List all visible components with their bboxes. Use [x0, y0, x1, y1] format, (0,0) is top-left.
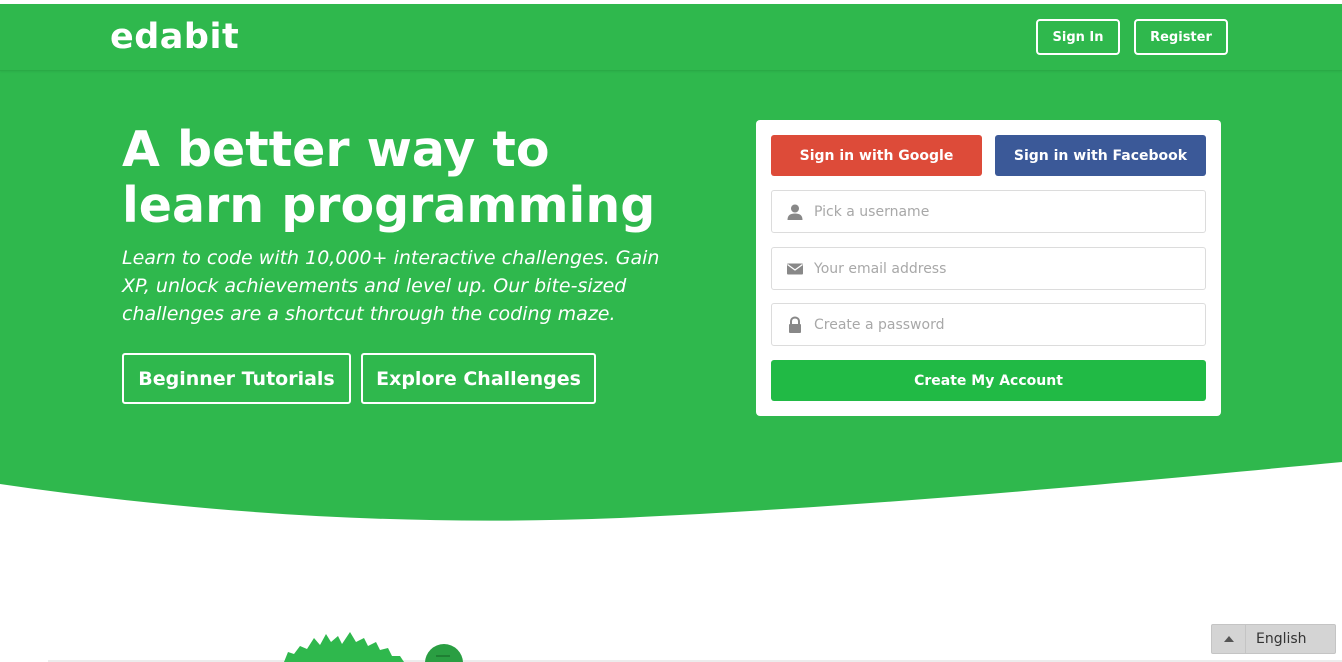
hero-headline: A better way to learn programming — [122, 122, 722, 234]
create-account-button[interactable]: Create My Account — [771, 360, 1206, 401]
top-navbar: edabit Sign In Register — [0, 4, 1342, 71]
username-field[interactable] — [771, 190, 1206, 233]
password-input[interactable] — [814, 304, 1199, 345]
language-selector[interactable]: English — [1211, 624, 1336, 654]
headline-line-2: learn programming — [122, 177, 656, 234]
explore-challenges-button[interactable]: Explore Challenges — [361, 353, 596, 404]
signup-card: Sign in with Google Sign in with Faceboo… — [756, 120, 1221, 416]
mascot-spiky-shape — [284, 632, 404, 662]
headline-line-1: A better way to — [122, 121, 550, 178]
email-input[interactable] — [814, 248, 1199, 289]
page: edabit Sign In Register A better way to l… — [0, 0, 1342, 662]
email-field[interactable] — [771, 247, 1206, 290]
facebook-sign-in-button[interactable]: Sign in with Facebook — [995, 135, 1206, 176]
edabit-logo[interactable]: edabit — [110, 17, 239, 57]
password-field[interactable] — [771, 303, 1206, 346]
caret-up-icon[interactable] — [1212, 625, 1246, 653]
google-sign-in-button[interactable]: Sign in with Google — [771, 135, 982, 176]
register-button[interactable]: Register — [1134, 19, 1228, 55]
mascot-green-dot — [425, 644, 463, 662]
username-input[interactable] — [814, 191, 1199, 232]
beginner-tutorials-button[interactable]: Beginner Tutorials — [122, 353, 351, 404]
language-label: English — [1256, 631, 1307, 647]
mascot-illustration — [284, 632, 463, 662]
user-icon — [787, 204, 803, 220]
envelope-icon — [787, 263, 803, 275]
lock-icon — [789, 316, 801, 333]
hero-subtext: Learn to code with 10,000+ interactive c… — [122, 247, 660, 325]
sign-in-button[interactable]: Sign In — [1036, 19, 1120, 55]
